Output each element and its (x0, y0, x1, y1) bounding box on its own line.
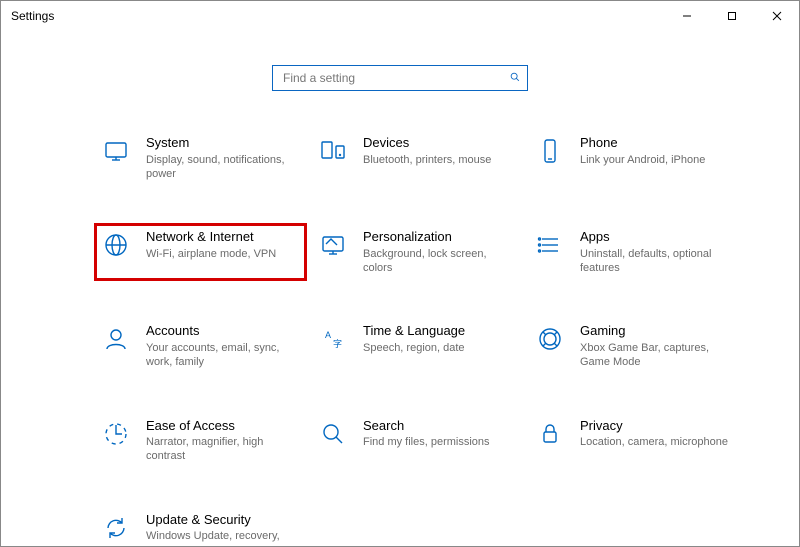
system-icon (100, 135, 132, 167)
category-time[interactable]: Time & Language Speech, region, date (313, 319, 522, 373)
category-title: System (146, 135, 296, 151)
category-title: Accounts (146, 323, 296, 339)
search-icon (317, 418, 349, 450)
category-title: Apps (580, 229, 730, 245)
category-title: Network & Internet (146, 229, 276, 245)
category-desc: Your accounts, email, sync, work, family (146, 341, 296, 370)
network-icon (100, 229, 132, 261)
search-icon (509, 71, 521, 86)
category-accounts[interactable]: Accounts Your accounts, email, sync, work… (96, 319, 305, 373)
category-apps[interactable]: Apps Uninstall, defaults, optional featur… (530, 225, 739, 279)
devices-icon (317, 135, 349, 167)
category-title: Privacy (580, 418, 728, 434)
update-icon (100, 512, 132, 544)
category-desc: Display, sound, notifications, power (146, 153, 296, 182)
search-box[interactable] (272, 65, 528, 91)
category-gaming[interactable]: Gaming Xbox Game Bar, captures, Game Mode (530, 319, 739, 373)
accounts-icon (100, 323, 132, 355)
category-title: Update & Security (146, 512, 296, 528)
close-button[interactable] (754, 1, 799, 31)
category-privacy[interactable]: PrivacyLocation, camera, microphone (530, 414, 739, 468)
category-desc: Uninstall, defaults, optional features (580, 247, 730, 276)
gaming-icon (534, 323, 566, 355)
category-update[interactable]: Update & SecurityWindows Update, recover… (96, 508, 305, 547)
category-devices[interactable]: Devices Bluetooth, printers, mouse (313, 131, 522, 185)
category-desc: Find my files, permissions (363, 435, 490, 449)
category-grid: System Display, sound, notifications, pow… (96, 131, 739, 547)
category-title: Personalization (363, 229, 513, 245)
category-desc: Wi-Fi, airplane mode, VPN (146, 247, 276, 261)
category-personal[interactable]: Personalization Background, lock screen, … (313, 225, 522, 279)
category-title: Search (363, 418, 490, 434)
titlebar: Settings (1, 1, 799, 31)
personal-icon (317, 229, 349, 261)
ease-icon (100, 418, 132, 450)
category-phone[interactable]: Phone Link your Android, iPhone (530, 131, 739, 185)
category-ease[interactable]: Ease of AccessNarrator, magnifier, high … (96, 414, 305, 468)
category-title: Time & Language (363, 323, 465, 339)
maximize-button[interactable] (709, 1, 754, 31)
category-title: Ease of Access (146, 418, 296, 434)
minimize-button[interactable] (664, 1, 709, 31)
window-title: Settings (11, 9, 54, 23)
category-title: Gaming (580, 323, 730, 339)
privacy-icon (534, 418, 566, 450)
category-desc: Windows Update, recovery, backup (146, 529, 296, 547)
apps-icon (534, 229, 566, 261)
category-search[interactable]: SearchFind my files, permissions (313, 414, 522, 468)
settings-window: Settings System Display, sound, notificat… (0, 0, 800, 547)
search-input[interactable] (281, 70, 509, 86)
category-network[interactable]: Network & Internet Wi-Fi, airplane mode, … (96, 225, 305, 279)
category-title: Devices (363, 135, 491, 151)
time-icon (317, 323, 349, 355)
category-desc: Narrator, magnifier, high contrast (146, 435, 296, 464)
category-desc: Link your Android, iPhone (580, 153, 705, 167)
phone-icon (534, 135, 566, 167)
category-desc: Xbox Game Bar, captures, Game Mode (580, 341, 730, 370)
category-desc: Bluetooth, printers, mouse (363, 153, 491, 167)
category-desc: Background, lock screen, colors (363, 247, 513, 276)
category-system[interactable]: System Display, sound, notifications, pow… (96, 131, 305, 185)
category-title: Phone (580, 135, 705, 151)
category-desc: Location, camera, microphone (580, 435, 728, 449)
category-desc: Speech, region, date (363, 341, 465, 355)
